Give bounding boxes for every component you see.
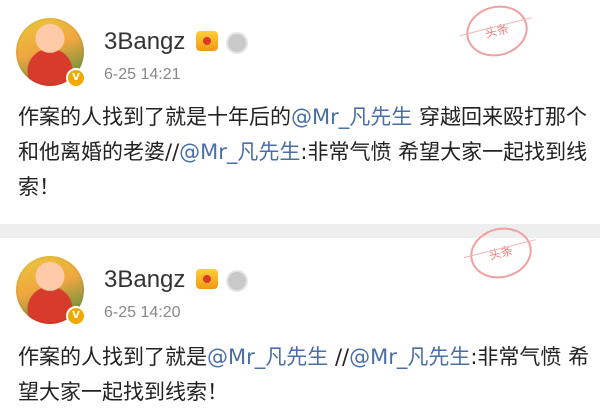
post-text: 作案的人找到了就是十年后的@Mr_凡先生 穿越回来殴打那个和他离婚的老婆//@M… — [18, 100, 590, 205]
mention-link[interactable]: @Mr_凡先生 — [291, 105, 412, 129]
post-text-segment: // — [328, 345, 350, 369]
mention-link[interactable]: @Mr_凡先生 — [349, 345, 470, 369]
mention-link[interactable]: @Mr_凡先生 — [207, 345, 328, 369]
mention-link[interactable]: @Mr_凡先生 — [179, 140, 300, 164]
medal-icon[interactable] — [226, 32, 248, 54]
watermark-stamp: 头条 — [460, 0, 534, 63]
vip-crown-icon[interactable] — [196, 31, 218, 51]
weibo-post-1: 头条 V 3Bangz 6-25 14:21 作案的人找到了就是十年后的@Mr_… — [0, 0, 600, 224]
username[interactable]: 3Bangz — [104, 266, 185, 294]
verified-badge-icon: V — [66, 68, 86, 88]
medal-icon[interactable] — [226, 270, 248, 292]
weibo-post-2: 头条 V 3Bangz 6-25 14:20 作案的人找到了就是@Mr_凡先生 … — [0, 221, 600, 418]
post-text-segment: 作案的人找到了就是十年后的 — [18, 105, 291, 129]
post-timestamp: 6-25 14:20 — [104, 304, 181, 321]
post-text: 作案的人找到了就是@Mr_凡先生 //@Mr_凡先生:非常气愤 希望大家一起找到… — [18, 340, 590, 410]
verified-badge-icon: V — [66, 306, 86, 326]
username[interactable]: 3Bangz — [104, 28, 185, 56]
post-timestamp: 6-25 14:21 — [104, 66, 181, 83]
vip-crown-icon[interactable] — [196, 269, 218, 289]
post-text-segment: 作案的人找到了就是 — [18, 345, 207, 369]
